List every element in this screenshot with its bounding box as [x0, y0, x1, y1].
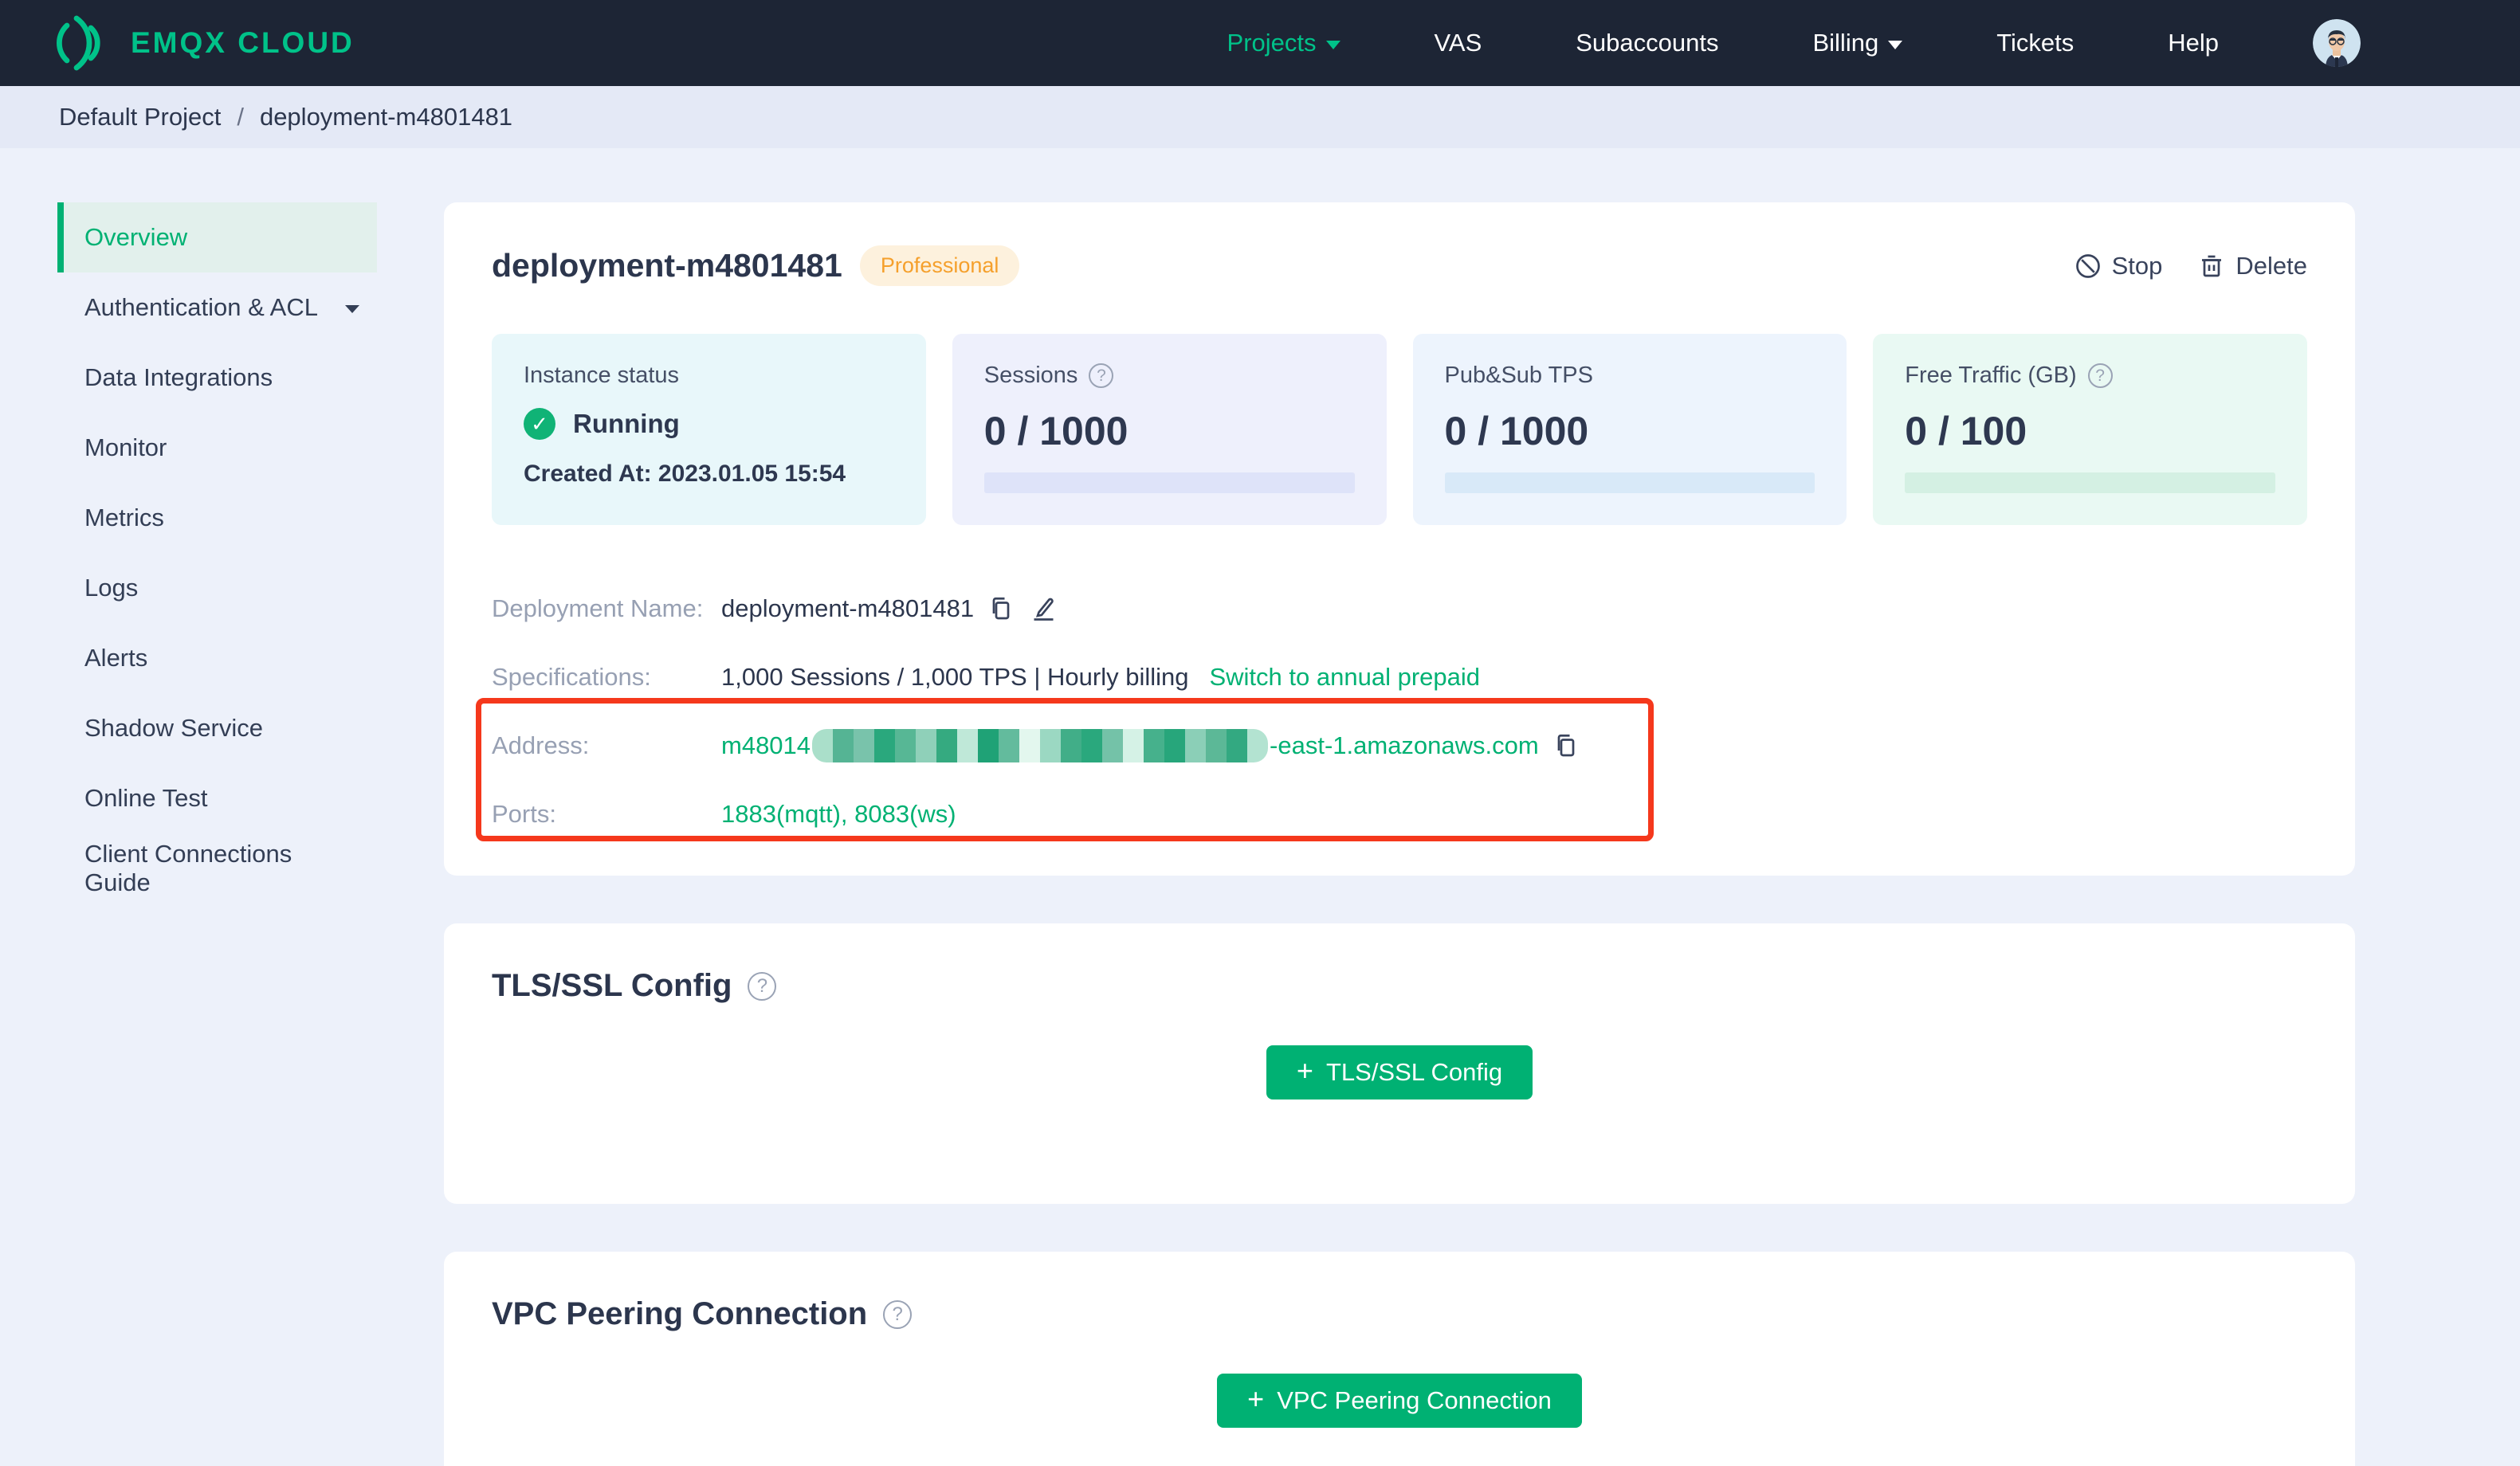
sessions-label: Sessions [983, 363, 1078, 388]
sidebar-item-data-integrations[interactable]: Data Integrations [57, 343, 377, 413]
specifications-value: 1,000 Sessions / 1,000 TPS | Hourly bill… [721, 663, 1189, 691]
help-icon[interactable]: ? [883, 1299, 913, 1329]
deployment-name-label: Deployment Name: [492, 594, 704, 622]
sessions-value: 0 / 1000 [983, 409, 1129, 453]
sidebar-item-overview[interactable]: Overview [57, 202, 377, 272]
vpc-peering-section: VPC Peering Connection ? + VPC Peering C… [444, 1252, 2355, 1466]
plus-icon: + [1247, 1382, 1265, 1415]
sidebar-item-logs[interactable]: Logs [57, 553, 377, 623]
trash-icon [2202, 255, 2222, 276]
created-at: Created At: 2023.01.05 15:54 [524, 461, 846, 487]
stats-row: Instance status ✓ Running Created At: 20… [492, 334, 2307, 525]
deployment-name-row: Deployment Name: deployment-m4801481 [492, 574, 2307, 643]
chevron-down-icon [345, 305, 359, 313]
instance-status-card: Instance status ✓ Running Created At: 20… [492, 334, 926, 525]
status-running: Running [573, 409, 680, 438]
deployment-fields: Deployment Name: deployment-m4801481 Spe… [492, 574, 2307, 849]
address-prefix: m48014 [721, 731, 811, 759]
stop-button[interactable]: Stop [2074, 252, 2162, 280]
top-navbar: EMQX CLOUD Projects VAS Subaccounts Bill… [0, 0, 2520, 86]
pubsub-progress-bar [1444, 472, 1815, 493]
deployment-actions: Stop Delete [2074, 252, 2307, 280]
nav-subaccounts[interactable]: Subaccounts [1576, 29, 1718, 57]
avatar-image [2313, 19, 2361, 67]
free-traffic-card: Free Traffic (GB) ? 0 / 100 [1873, 334, 2307, 525]
main-content: deployment-m4801481 Professional Stop De… [444, 148, 2520, 1466]
emqx-logo-icon [57, 15, 100, 71]
plus-icon: + [1296, 1054, 1313, 1087]
vpc-peering-title: VPC Peering Connection [492, 1296, 868, 1331]
breadcrumb: Default Project / deployment-m4801481 [0, 86, 2520, 148]
ports-row: Ports: 1883(mqtt), 8083(ws) [492, 780, 2307, 849]
help-icon[interactable]: ? [1089, 363, 1114, 388]
instance-status-label: Instance status [524, 363, 680, 388]
traffic-progress-bar [1905, 472, 2275, 493]
sidebar-item-online-test[interactable]: Online Test [57, 763, 377, 833]
breadcrumb-separator: / [237, 103, 244, 131]
tls-ssl-section: TLS/SSL Config ? + TLS/SSL Config [444, 923, 2355, 1204]
address-suffix: -east-1.amazonaws.com [1270, 731, 1539, 759]
deployment-overview-card: deployment-m4801481 Professional Stop De… [444, 202, 2355, 876]
chevron-down-icon [1888, 40, 1903, 49]
chevron-down-icon [1325, 40, 1340, 49]
deployment-header: deployment-m4801481 Professional Stop De… [492, 202, 2307, 286]
breadcrumb-deployment: deployment-m4801481 [259, 103, 513, 131]
check-icon: ✓ [524, 408, 555, 440]
address-label: Address: [492, 731, 590, 759]
add-vpc-peering-button[interactable]: + VPC Peering Connection [1217, 1374, 1582, 1428]
pubsub-tps-card: Pub&Sub TPS 0 / 1000 [1412, 334, 1847, 525]
pubsub-tps-value: 0 / 1000 [1444, 409, 1589, 453]
sidebar-item-client-connections-guide[interactable]: Client Connections Guide [57, 833, 377, 904]
edit-pencil-icon [1034, 598, 1054, 621]
address-row: Address: m48014 -east-1.amazonaws.com [492, 711, 2307, 780]
copy-name-button[interactable] [987, 594, 1015, 623]
specifications-row: Specifications: 1,000 Sessions / 1,000 T… [492, 643, 2307, 711]
brand-name: EMQX CLOUD [131, 26, 355, 59]
free-traffic-label: Free Traffic (GB) [1905, 363, 2077, 388]
nav-billing[interactable]: Billing [1812, 29, 1903, 57]
add-tls-ssl-config-button[interactable]: + TLS/SSL Config [1266, 1045, 1533, 1100]
nav-tickets[interactable]: Tickets [1996, 29, 2074, 57]
sidebar-item-authentication-acl[interactable]: Authentication & ACL [57, 272, 377, 343]
nav-items: Projects VAS Subaccounts Billing Tickets… [1227, 19, 2361, 67]
pubsub-tps-label: Pub&Sub TPS [1444, 363, 1593, 388]
sidebar-item-metrics[interactable]: Metrics [57, 483, 377, 553]
sidebar: Overview Authentication & ACL Data Integ… [0, 148, 444, 904]
user-avatar[interactable] [2313, 19, 2361, 67]
edit-name-button[interactable] [1028, 594, 1057, 623]
address-redacted [812, 729, 1269, 762]
sidebar-item-alerts[interactable]: Alerts [57, 623, 377, 693]
nav-vas[interactable]: VAS [1435, 29, 1482, 57]
sessions-card: Sessions ? 0 / 1000 [952, 334, 1387, 525]
ports-label: Ports: [492, 800, 556, 828]
deployment-name-value: deployment-m4801481 [721, 594, 975, 622]
sessions-progress-bar [983, 472, 1355, 493]
free-traffic-value: 0 / 100 [1905, 409, 2027, 453]
sidebar-item-shadow-service[interactable]: Shadow Service [57, 693, 377, 763]
help-icon[interactable]: ? [2087, 363, 2113, 388]
brand[interactable]: EMQX CLOUD [53, 13, 355, 73]
tls-ssl-title: TLS/SSL Config [492, 968, 732, 1003]
stop-icon [2075, 253, 2100, 278]
copy-icon [1557, 734, 1575, 757]
breadcrumb-project[interactable]: Default Project [59, 103, 221, 131]
switch-annual-prepaid-link[interactable]: Switch to annual prepaid [1209, 663, 1480, 692]
copy-icon [992, 597, 1010, 620]
copy-address-button[interactable] [1552, 731, 1580, 760]
help-icon[interactable]: ? [748, 971, 777, 1001]
deployment-title: deployment-m4801481 [492, 247, 842, 284]
delete-button[interactable]: Delete [2197, 252, 2307, 280]
nav-help[interactable]: Help [2168, 29, 2219, 57]
nav-projects[interactable]: Projects [1227, 29, 1340, 57]
sidebar-item-monitor[interactable]: Monitor [57, 413, 377, 483]
specifications-label: Specifications: [492, 663, 651, 691]
plan-badge: Professional [859, 245, 1020, 286]
ports-value: 1883(mqtt), 8083(ws) [721, 800, 956, 828]
